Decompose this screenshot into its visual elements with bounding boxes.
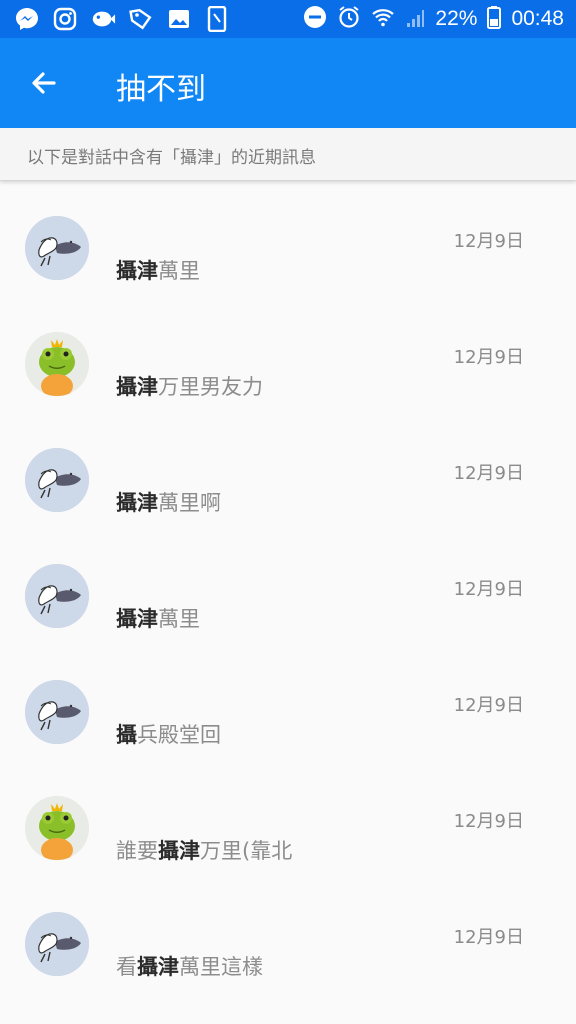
battery-percent: 22% bbox=[435, 7, 478, 30]
snippet-post: 萬里啊 bbox=[158, 491, 221, 515]
clock: 00:48 bbox=[511, 7, 564, 30]
snippet-highlight: 攝津 bbox=[116, 491, 158, 515]
snippet-highlight: 攝津 bbox=[158, 839, 200, 863]
list-item[interactable]: 12月9日 攝兵殿堂回 bbox=[0, 647, 576, 763]
list-item[interactable]: 12月9日 誰要攝津万里(靠北 bbox=[0, 763, 576, 879]
snippet-post: 万里(靠北 bbox=[200, 839, 293, 863]
tag-icon bbox=[128, 6, 154, 32]
alarm-icon bbox=[337, 5, 361, 33]
wifi-icon bbox=[371, 5, 395, 33]
sender-name bbox=[116, 347, 186, 361]
status-bar: 22% 00:48 bbox=[0, 0, 576, 38]
list-item[interactable]: 12月9日 攝津萬里 bbox=[0, 531, 576, 647]
message-snippet: 攝津萬里 bbox=[116, 255, 200, 285]
page-title: 抽不到 bbox=[116, 72, 206, 107]
list-item[interactable]: 12月9日 攝津萬里啊 bbox=[0, 415, 576, 531]
message-snippet: 攝津萬里 bbox=[116, 603, 200, 633]
avatar bbox=[25, 796, 89, 860]
avatar bbox=[25, 912, 89, 976]
phone-icon bbox=[204, 6, 230, 32]
snippet-highlight: 攝津 bbox=[116, 375, 158, 399]
list-item[interactable]: 12月9日 看攝津萬里這樣 bbox=[0, 879, 576, 995]
fish-app-icon bbox=[90, 6, 116, 32]
notification-icons bbox=[14, 6, 230, 32]
message-snippet: 看攝津萬里這樣 bbox=[116, 951, 263, 981]
image-icon bbox=[166, 6, 192, 32]
sender-name bbox=[116, 579, 186, 593]
avatar-illustration bbox=[25, 216, 89, 280]
message-date: 12月9日 bbox=[453, 463, 524, 484]
snippet-highlight: 攝津 bbox=[137, 955, 179, 979]
list-item[interactable]: 12月9日 攝津万里男友力 bbox=[0, 299, 576, 415]
snippet-highlight: 攝 bbox=[116, 723, 137, 747]
signal-icon bbox=[405, 5, 425, 33]
message-snippet: 誰要攝津万里(靠北 bbox=[116, 835, 292, 865]
message-date: 12月9日 bbox=[453, 927, 524, 948]
message-date: 12月9日 bbox=[453, 695, 524, 716]
avatar-illustration bbox=[25, 332, 89, 396]
message-date: 12月9日 bbox=[453, 579, 524, 600]
snippet-post: 萬里 bbox=[158, 607, 200, 631]
sender-name bbox=[116, 927, 186, 941]
back-button[interactable] bbox=[24, 63, 64, 103]
snippet-post: 万里男友力 bbox=[158, 375, 263, 399]
avatar bbox=[25, 216, 89, 280]
message-snippet: 攝津万里男友力 bbox=[116, 371, 263, 401]
snippet-post: 兵殿堂回 bbox=[137, 723, 221, 747]
avatar bbox=[25, 332, 89, 396]
avatar-illustration bbox=[25, 912, 89, 976]
sender-name bbox=[116, 463, 186, 477]
snippet-highlight: 攝津 bbox=[116, 607, 158, 631]
sender-name bbox=[116, 695, 186, 709]
message-date: 12月9日 bbox=[453, 231, 524, 252]
avatar bbox=[25, 564, 89, 628]
message-snippet: 攝津萬里啊 bbox=[116, 487, 221, 517]
avatar-illustration bbox=[25, 564, 89, 628]
sender-name bbox=[116, 811, 186, 825]
instagram-icon bbox=[52, 6, 78, 32]
app-bar: 抽不到 bbox=[0, 38, 576, 128]
message-list: 12月9日 攝津萬里 12月9日 攝津万里男友力 12月9日 攝津萬里啊 12月… bbox=[0, 183, 576, 995]
snippet-post: 萬里這樣 bbox=[179, 955, 263, 979]
messenger-icon bbox=[14, 6, 40, 32]
message-snippet: 攝兵殿堂回 bbox=[116, 719, 221, 749]
snippet-highlight: 攝津 bbox=[116, 259, 158, 283]
avatar-illustration bbox=[25, 796, 89, 860]
search-context-banner: 以下是對話中含有「攝津」的近期訊息 bbox=[0, 128, 576, 181]
system-status: 22% 00:48 bbox=[303, 5, 564, 33]
snippet-pre: 誰要 bbox=[116, 839, 158, 863]
battery-icon bbox=[487, 5, 502, 33]
banner-text: 以下是對話中含有「攝津」的近期訊息 bbox=[27, 148, 316, 168]
avatar-illustration bbox=[25, 680, 89, 744]
message-date: 12月9日 bbox=[453, 811, 524, 832]
sender-name bbox=[116, 231, 186, 245]
snippet-post: 萬里 bbox=[158, 259, 200, 283]
avatar bbox=[25, 680, 89, 744]
list-item[interactable]: 12月9日 攝津萬里 bbox=[0, 183, 576, 299]
message-date: 12月9日 bbox=[453, 347, 524, 368]
arrow-left-icon bbox=[32, 72, 56, 94]
do-not-disturb-icon bbox=[303, 5, 327, 33]
avatar-illustration bbox=[25, 448, 89, 512]
snippet-pre: 看 bbox=[116, 955, 137, 979]
avatar bbox=[25, 448, 89, 512]
